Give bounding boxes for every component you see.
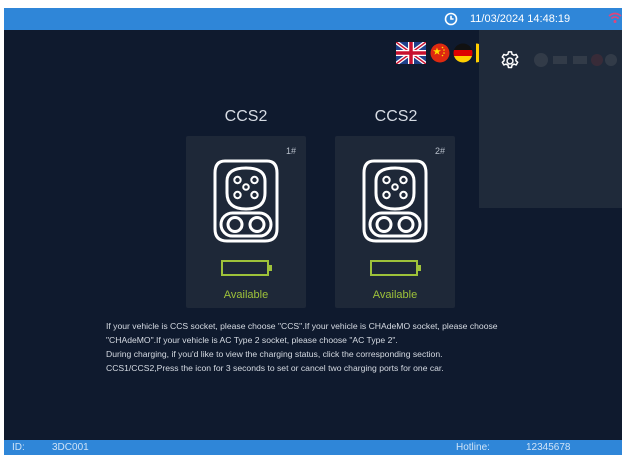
instructions-text: If your vehicle is CCS socket, please ch…	[106, 319, 556, 375]
settings-panel	[479, 30, 622, 208]
connector-card-2[interactable]: 2# Available	[335, 136, 455, 308]
faded-flags-icon	[534, 53, 617, 67]
id-label: ID:	[12, 442, 25, 453]
instruction-line: If your vehicle is CCS socket, please ch…	[106, 321, 498, 331]
gear-icon[interactable]	[499, 50, 521, 72]
china-flag-icon[interactable]	[430, 43, 450, 63]
wifi-icon	[608, 12, 622, 23]
uk-flag-icon[interactable]	[396, 42, 426, 64]
hotline-label: Hotline:	[456, 442, 490, 453]
ccs2-plug-icon	[213, 159, 279, 243]
battery-icon	[221, 260, 272, 276]
instruction-line: "CHAdeMO".If your vehicle is AC Type 2 s…	[106, 335, 398, 345]
clock-icon	[444, 12, 458, 26]
charger-screen: 11/03/2024 14:48:19 CCS2 CCS2 1# Availab…	[4, 8, 622, 455]
instruction-line: During charging, if you'd like to view t…	[106, 349, 443, 359]
connector-number: 2#	[434, 146, 445, 156]
germany-flag-icon[interactable]	[453, 43, 473, 63]
connector-status: Available	[223, 289, 269, 301]
datetime: 11/03/2024 14:48:19	[470, 13, 571, 25]
footer-bar: ID: 3DC001 Hotline: 12345678	[4, 440, 622, 455]
status-bar: 11/03/2024 14:48:19	[4, 8, 622, 30]
battery-icon	[370, 260, 421, 276]
id-value: 3DC001	[52, 442, 89, 453]
connector-1-title: CCS2	[224, 108, 268, 125]
connector-number: 1#	[285, 146, 296, 156]
connector-2-title: CCS2	[374, 108, 418, 125]
connector-status: Available	[372, 289, 418, 301]
instruction-line: CCS1/CCS2,Press the icon for 3 seconds t…	[106, 363, 444, 373]
hotline-value: 12345678	[526, 442, 571, 453]
ccs2-plug-icon	[362, 159, 428, 243]
connector-card-1[interactable]: 1# Available	[186, 136, 306, 308]
